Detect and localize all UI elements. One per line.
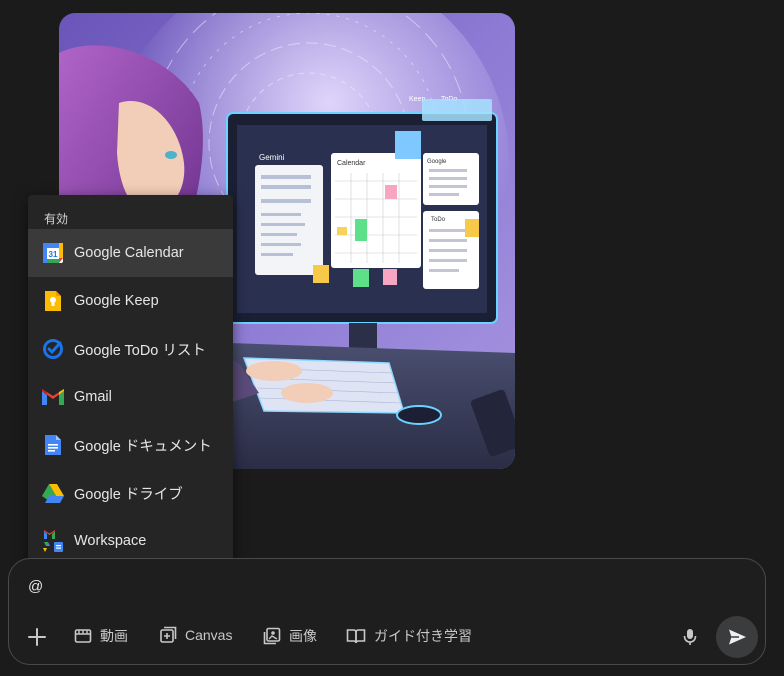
menu-item-google-keep[interactable]: Google Keep xyxy=(28,277,233,325)
google-docs-icon xyxy=(41,433,65,457)
menu-item-label: Gmail xyxy=(74,389,112,405)
svg-text:ToDo: ToDo xyxy=(431,217,446,223)
mention-menu: 有効 31 Google Calendar Google Keep Google… xyxy=(28,195,233,573)
tool-guided-learning-button[interactable]: ガイド付き学習 xyxy=(346,626,472,646)
microphone-button[interactable] xyxy=(679,625,701,649)
google-keep-icon xyxy=(41,289,65,313)
google-drive-icon xyxy=(41,481,65,505)
prompt-input[interactable]: @ xyxy=(28,578,43,595)
menu-item-label: Google ドキュメント xyxy=(74,438,212,455)
send-icon xyxy=(729,629,746,645)
image-icon xyxy=(263,627,281,645)
film-icon xyxy=(74,629,92,643)
svg-text:31: 31 xyxy=(49,250,58,259)
menu-item-label: Google ドライブ xyxy=(74,486,183,503)
svg-text:Google: Google xyxy=(427,159,447,165)
plus-icon xyxy=(28,628,46,646)
tool-image-button[interactable]: 画像 xyxy=(263,626,317,646)
tool-label: 画像 xyxy=(289,628,317,644)
menu-item-google-drive[interactable]: Google ドライブ xyxy=(28,469,233,517)
menu-item-label: Workspace xyxy=(74,533,147,549)
menu-item-label: Google ToDo リスト xyxy=(74,342,206,359)
menu-item-google-docs[interactable]: Google ドキュメント xyxy=(28,421,233,469)
tool-label: 動画 xyxy=(100,628,128,644)
send-button[interactable] xyxy=(716,616,758,658)
tool-label: ガイド付き学習 xyxy=(374,628,472,644)
svg-text:Gemini: Gemini xyxy=(259,153,285,162)
menu-item-label: Google Calendar xyxy=(74,245,184,261)
prompt-box[interactable]: @ 動画 Canvas 画像 ガイド付き学習 xyxy=(8,558,766,665)
add-button[interactable] xyxy=(26,626,48,648)
google-calendar-icon: 31 xyxy=(41,241,65,265)
google-tasks-icon xyxy=(41,337,65,361)
menu-item-label: Google Keep xyxy=(74,293,159,309)
microphone-icon xyxy=(683,629,697,645)
menu-item-gmail[interactable]: Gmail xyxy=(28,373,233,421)
gmail-icon xyxy=(41,385,65,409)
tool-video-button[interactable]: 動画 xyxy=(74,626,128,646)
svg-text:Calendar: Calendar xyxy=(337,160,366,167)
book-icon xyxy=(346,629,366,644)
menu-item-google-tasks[interactable]: Google ToDo リスト xyxy=(28,325,233,373)
menu-header: 有効 xyxy=(44,212,69,226)
tool-canvas-button[interactable]: Canvas xyxy=(159,626,232,644)
workspace-icon xyxy=(41,529,65,553)
menu-item-google-calendar[interactable]: 31 Google Calendar xyxy=(28,229,233,277)
tool-label: Canvas xyxy=(185,627,233,643)
canvas-icon xyxy=(160,626,177,643)
